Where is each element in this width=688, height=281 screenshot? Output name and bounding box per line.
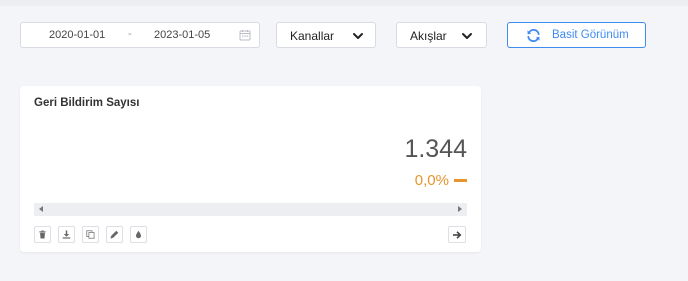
color-button[interactable] — [130, 226, 147, 243]
metric-change: 0,0% — [415, 170, 467, 190]
card-actions — [34, 226, 147, 243]
date-range-picker[interactable]: 2020-01-01 - 2023-01-05 — [20, 22, 260, 48]
duplicate-button[interactable] — [82, 226, 99, 243]
feedback-count-card: Geri Bildirim Sayısı 1.344 0,0% — [20, 86, 481, 252]
calendar-icon[interactable] — [239, 29, 251, 41]
download-icon — [62, 230, 71, 239]
neutral-trend-icon — [454, 178, 467, 182]
flows-dropdown-label: Akışlar — [410, 29, 447, 43]
pencil-icon — [110, 230, 119, 239]
delete-button[interactable] — [34, 226, 51, 243]
horizontal-scrollbar[interactable] — [34, 203, 467, 216]
metric-change-percent: 0,0% — [414, 171, 449, 189]
chevron-down-icon — [353, 33, 363, 39]
refresh-icon — [527, 28, 540, 43]
date-start-input[interactable]: 2020-01-01 — [49, 29, 105, 41]
copy-icon — [86, 230, 95, 239]
arrow-right-icon — [453, 230, 462, 239]
date-end-input[interactable]: 2023-01-05 — [154, 29, 210, 41]
trash-icon — [39, 230, 46, 239]
metric-value: 1.344 — [404, 135, 467, 163]
channels-dropdown-label: Kanallar — [290, 29, 335, 43]
scroll-left-icon[interactable] — [39, 206, 43, 212]
chevron-down-icon — [462, 33, 472, 39]
channels-dropdown[interactable]: Kanallar — [276, 22, 376, 48]
date-separator: - — [128, 28, 132, 40]
drop-icon — [135, 230, 142, 239]
simple-view-button[interactable]: Basit Görünüm — [507, 22, 646, 48]
open-details-button[interactable] — [448, 226, 466, 243]
card-title: Geri Bildirim Sayısı — [34, 97, 140, 109]
download-button[interactable] — [58, 226, 75, 243]
scroll-right-icon[interactable] — [458, 206, 462, 212]
edit-button[interactable] — [106, 226, 123, 243]
top-strip — [0, 0, 688, 6]
flows-dropdown[interactable]: Akışlar — [396, 22, 487, 48]
simple-view-label: Basit Görünüm — [552, 29, 629, 41]
